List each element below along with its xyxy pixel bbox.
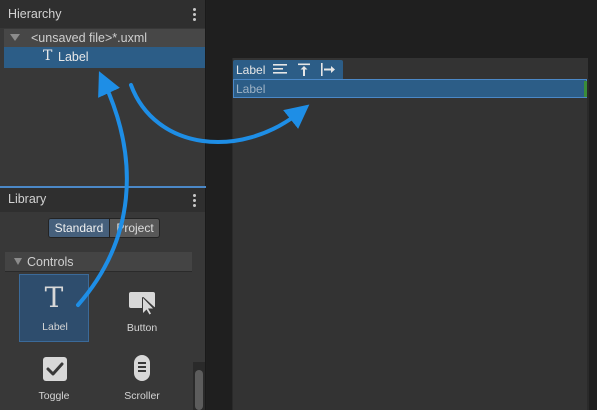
hierarchy-file-name: <unsaved file>*.uxml (31, 31, 148, 45)
tab-standard[interactable]: Standard (49, 219, 110, 237)
hierarchy-file-row[interactable]: <unsaved file>*.uxml (4, 29, 205, 47)
button-cursor-icon (129, 292, 156, 316)
library-item-label-text: Label (42, 321, 68, 333)
library-item-button-text: Button (126, 322, 158, 334)
library-item-scroller-text: Scroller (124, 390, 160, 402)
expand-triangle-icon[interactable] (10, 34, 20, 41)
left-panel-column: Hierarchy <unsaved file>*.uxml T Label L… (0, 0, 206, 410)
library-body: Standard Project Controls T Label Button… (0, 212, 205, 410)
library-item-toggle-text: Toggle (38, 390, 70, 402)
library-source-toggle: Standard Project (48, 218, 160, 238)
selected-element-name: Label (236, 63, 266, 77)
text-T-icon: T (43, 48, 53, 64)
resize-handle[interactable] (584, 81, 587, 97)
library-item-toggle[interactable]: Toggle (19, 350, 89, 410)
library-scrollbar[interactable] (193, 362, 205, 410)
library-menu-icon[interactable] (193, 194, 197, 207)
library-panel-header: Library (0, 188, 205, 212)
selected-element-header[interactable]: Label (233, 60, 343, 79)
controls-section-header[interactable]: Controls (5, 252, 192, 272)
hierarchy-title: Hierarchy (8, 7, 62, 21)
library-scrollbar-thumb[interactable] (195, 370, 203, 410)
document-edge (587, 79, 589, 410)
checkbox-icon (43, 357, 67, 381)
document-root[interactable] (232, 58, 588, 410)
library-item-scroller[interactable]: Scroller (107, 350, 177, 410)
hierarchy-tree: <unsaved file>*.uxml T Label (0, 28, 205, 186)
scroller-icon (134, 355, 150, 381)
controls-section-title: Controls (27, 255, 74, 269)
library-item-label[interactable]: T Label (19, 274, 89, 342)
horizontal-stretch-icon[interactable] (320, 62, 336, 77)
hierarchy-item-label-text: Label (58, 50, 89, 64)
hierarchy-menu-icon[interactable] (193, 8, 197, 21)
tab-project[interactable]: Project (111, 219, 159, 237)
hierarchy-item-label[interactable]: T Label (4, 47, 205, 68)
library-title: Library (8, 192, 47, 206)
align-top-icon[interactable] (296, 62, 312, 77)
collapse-triangle-icon[interactable] (14, 258, 22, 265)
canvas-label-text: Label (236, 82, 266, 96)
canvas-label-element[interactable]: Label (233, 79, 587, 98)
hierarchy-panel-header: Hierarchy (0, 0, 205, 28)
library-item-button[interactable]: Button (107, 274, 177, 342)
text-T-icon: T (44, 281, 64, 314)
align-left-icon[interactable] (272, 62, 288, 77)
